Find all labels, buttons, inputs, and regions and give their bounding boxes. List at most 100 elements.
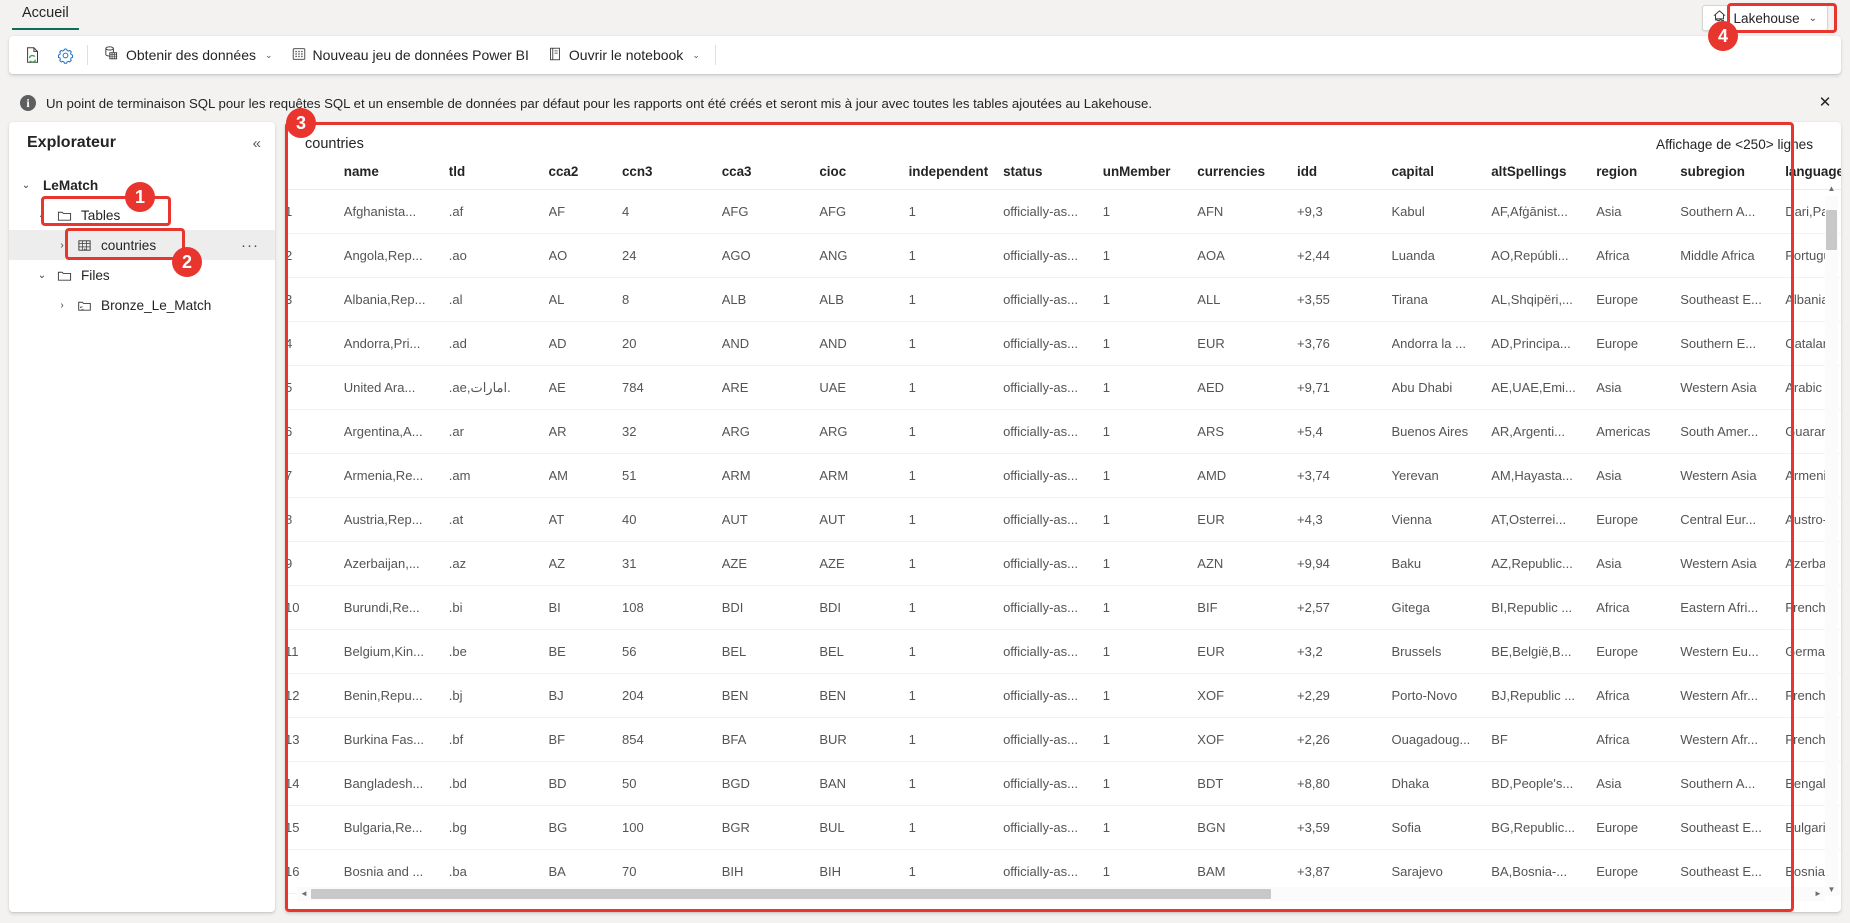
grid-col-capital[interactable]: capital: [1392, 160, 1492, 190]
table-row[interactable]: 4 Andorra,Pri... .ad AD 20 AND AND 1 officially-…: [285, 321, 1841, 366]
horizontal-scrollbar[interactable]: ◄ ►: [297, 887, 1825, 901]
grid-col-altSpellings[interactable]: altSpellings: [1491, 160, 1596, 190]
grid-cell: BUL: [819, 805, 909, 850]
grid-col-region[interactable]: region: [1596, 160, 1680, 190]
explorer-panel: Explorateur « ⌄ LeMatch ⌄ Tables › count…: [9, 122, 275, 912]
grid-cell: AED: [1197, 365, 1298, 410]
grid-col-subregion[interactable]: subregion: [1680, 160, 1785, 190]
gear-icon[interactable]: [49, 40, 81, 70]
table-row[interactable]: 2 Angola,Rep... .ao AO 24 AGO ANG 1 officially-a…: [285, 233, 1841, 278]
table-row[interactable]: 12 Benin,Repu... .bj BJ 204 BEN BEN 1 officially…: [285, 673, 1841, 718]
chevron-double-left-icon[interactable]: «: [253, 135, 261, 152]
grid-cell: .ao: [448, 233, 549, 278]
tree-item-files[interactable]: ⌄ Files: [9, 260, 275, 290]
grid-col-cioc[interactable]: cioc: [819, 160, 908, 190]
grid-cell: 1: [1102, 189, 1198, 234]
table-row[interactable]: 8 Austria,Rep... .at AT 40 AUT AUT 1 officially-…: [285, 497, 1841, 542]
grid-cell: Europe: [1596, 629, 1681, 674]
chevron-right-icon[interactable]: ›: [51, 240, 73, 251]
chevron-down-icon[interactable]: ⌄: [31, 270, 53, 281]
tree-item-countries[interactable]: › countries ···: [9, 230, 275, 260]
grid-cell: AF: [548, 189, 622, 234]
more-options-icon[interactable]: ···: [241, 237, 259, 254]
grid-cell: 20: [621, 321, 722, 366]
grid-cell: AZ: [548, 541, 622, 586]
grid-col-unMember[interactable]: unMember: [1103, 160, 1197, 190]
grid-header-row: name tld cca2 ccn3 cca3 cioc independent status…: [285, 160, 1841, 190]
grid-cell: 1: [908, 585, 1004, 630]
new-powerbi-dataset-button[interactable]: Nouveau jeu de données Power BI: [282, 40, 538, 70]
tab-accueil[interactable]: Accueil: [12, 2, 79, 30]
grid-col-cca3[interactable]: cca3: [722, 160, 820, 190]
row-number-cell: 1: [285, 189, 344, 234]
grid-col-cca2[interactable]: cca2: [549, 160, 622, 190]
grid-cell: BF: [548, 717, 622, 762]
grid-cell: AL,Shqipëri,...: [1491, 277, 1597, 322]
chevron-right-icon[interactable]: ›: [51, 300, 73, 311]
table-row[interactable]: 10 Burundi,Re... .bi BI 108 BDI BDI 1 officially…: [285, 585, 1841, 630]
grid-cell: Gitega: [1391, 585, 1492, 630]
table-row[interactable]: 13 Burkina Fas... .bf BF 854 BFA BUR 1 officiall…: [285, 717, 1841, 762]
grid-cell: Abu Dhabi: [1391, 365, 1492, 410]
grid-cell: BGD: [721, 761, 820, 806]
tree-item-bronze-le-match[interactable]: › Bronze_Le_Match: [9, 290, 275, 320]
grid-col-currencies[interactable]: currencies: [1197, 160, 1297, 190]
tree-item-tables[interactable]: ⌄ Tables: [9, 200, 275, 230]
grid-cell: EUR: [1197, 497, 1298, 542]
grid-col-idd[interactable]: idd: [1297, 160, 1391, 190]
grid-cell: Europe: [1596, 321, 1681, 366]
grid-col-tld[interactable]: tld: [449, 160, 549, 190]
grid-cell: Afghanista...: [343, 189, 449, 234]
top-tab-strip: Accueil Lakehouse ⌄: [0, 0, 1850, 34]
grid-col-name[interactable]: name: [344, 160, 449, 190]
table-row[interactable]: 7 Armenia,Re... .am AM 51 ARM ARM 1 officially-a…: [285, 453, 1841, 498]
get-data-button[interactable]: Obtenir des données ⌄: [94, 40, 282, 70]
table-row[interactable]: 14 Bangladesh... .bd BD 50 BGD BAN 1 officially-…: [285, 761, 1841, 806]
grid-cell: .bj: [448, 673, 549, 718]
open-notebook-button[interactable]: Ouvrir le notebook ⌄: [538, 40, 709, 70]
grid-cell: +8,80: [1297, 761, 1392, 806]
grid-col-status[interactable]: status: [1003, 160, 1103, 190]
grid-cell: +2,26: [1297, 717, 1392, 762]
table-row[interactable]: 1 Afghanista... .af AF 4 AFG AFG 1 officially-as…: [285, 189, 1841, 234]
grid-cell: Western Afr...: [1680, 717, 1786, 762]
grid-body: 1 Afghanista... .af AF 4 AFG AFG 1 officially-as…: [285, 189, 1841, 894]
table-row[interactable]: 5 United Ara... .ae,امارات. AE 784 ARE UAE 1 off…: [285, 365, 1841, 410]
vertical-scrollbar[interactable]: ▲ ▼: [1825, 184, 1838, 896]
scroll-left-arrow-icon[interactable]: ◄: [297, 887, 311, 901]
table-row[interactable]: 11 Belgium,Kin... .be BE 56 BEL BEL 1 officially…: [285, 629, 1841, 674]
grid-col-ccn3[interactable]: ccn3: [622, 160, 722, 190]
scroll-down-arrow-icon[interactable]: ▼: [1825, 883, 1838, 896]
grid-col-rownum[interactable]: [285, 160, 344, 190]
grid-cell: Western Afr...: [1680, 673, 1786, 718]
grid-cell: .bg: [448, 805, 549, 850]
scroll-up-arrow-icon[interactable]: ▲: [1825, 182, 1838, 195]
table-row[interactable]: 3 Albania,Rep... .al AL 8 ALB ALB 1 officially-a…: [285, 277, 1841, 322]
row-number-cell: 12: [285, 673, 344, 718]
grid-cell: AFG: [721, 189, 820, 234]
chevron-down-icon[interactable]: ⌄: [31, 210, 53, 221]
close-icon[interactable]: ✕: [1816, 94, 1834, 112]
chevron-down-icon: ⌄: [1808, 12, 1817, 24]
tree-item-label: Tables: [81, 207, 121, 223]
tree-item-lematch[interactable]: ⌄ LeMatch: [9, 170, 275, 200]
grid-cell: .az: [448, 541, 549, 586]
grid-cell: AM,Hayasta...: [1491, 453, 1597, 498]
folder-icon: [53, 268, 75, 283]
grid-cell: .be: [448, 629, 549, 674]
scroll-right-arrow-icon[interactable]: ►: [1811, 887, 1825, 901]
lakehouse-mode-selector[interactable]: Lakehouse ⌄: [1701, 5, 1828, 31]
grid-cell: +4,3: [1297, 497, 1392, 542]
table-row[interactable]: 6 Argentina,A... .ar AR 32 ARG ARG 1 officially-…: [285, 409, 1841, 454]
refresh-page-icon[interactable]: [17, 40, 49, 70]
vertical-scroll-thumb[interactable]: [1826, 210, 1837, 250]
horizontal-scroll-thumb[interactable]: [311, 889, 1271, 899]
grid-cell: AZN: [1197, 541, 1298, 586]
chevron-down-icon[interactable]: ⌄: [15, 180, 37, 191]
grid-cell: +2,29: [1297, 673, 1392, 718]
grid-col-independent[interactable]: independent: [909, 160, 1003, 190]
tree-item-label: countries: [101, 237, 157, 253]
table-row[interactable]: 15 Bulgaria,Re... .bg BG 100 BGR BUL 1 officiall…: [285, 805, 1841, 850]
table-row[interactable]: 9 Azerbaijan,... .az AZ 31 AZE AZE 1 officially-…: [285, 541, 1841, 586]
grid-cell: AUT: [819, 497, 909, 542]
